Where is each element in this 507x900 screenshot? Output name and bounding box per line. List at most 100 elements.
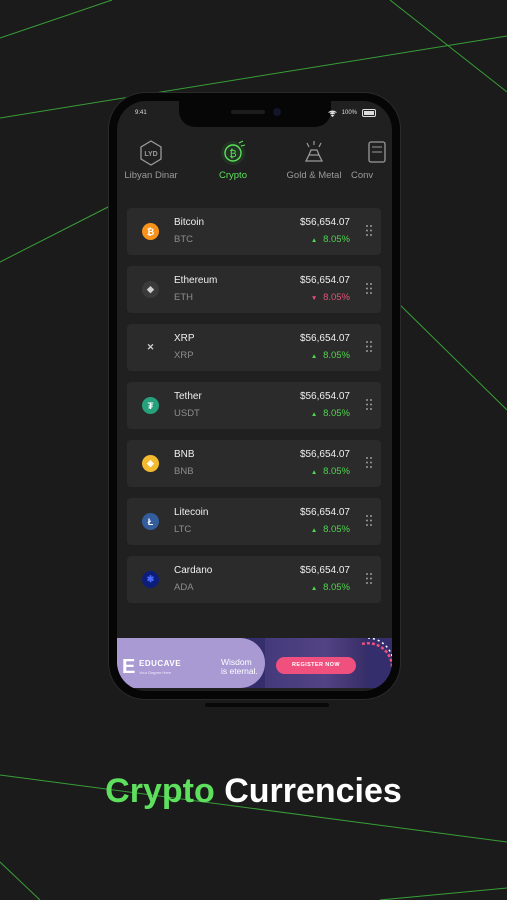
drag-handle-icon[interactable] [365, 282, 373, 295]
coin-list: ₿ Bitcoin BTC $56,654.07 ▲ 8.05% ◆ Ethereum ETH… [127, 208, 381, 614]
cardano-icon: ✱ [142, 571, 159, 588]
coin-row-usdt[interactable]: ₮ Tether USDT $56,654.07 ▲ 8.05% [127, 382, 381, 429]
coin-price: $56,654.07 [299, 507, 350, 518]
status-indicators: 100% [327, 109, 376, 117]
home-indicator [205, 703, 329, 707]
tab-gold-metal[interactable]: Gold & Metal [279, 139, 349, 181]
phone-mockup: 9:41 100% LYD Libyan Dinar ₿ Crypto Gold… [109, 93, 400, 699]
coin-change: ▲ 8.05% [311, 466, 350, 477]
coin-price: $56,654.07 [299, 565, 350, 576]
coin-row-bnb[interactable]: ◈ BNB BNB $56,654.07 ▲ 8.05% [127, 440, 381, 487]
coin-symbol: ADA [174, 582, 194, 593]
battery-icon [362, 109, 376, 117]
coin-name: XRP [174, 333, 195, 344]
coin-row-xrp[interactable]: ✕ XRP XRP $56,654.07 ▲ 8.05% [127, 324, 381, 371]
coin-name: Cardano [174, 565, 213, 576]
coin-symbol: ETH [174, 292, 193, 303]
arrow-up-icon: ▲ [310, 585, 320, 592]
tab-label: Crypto [219, 170, 247, 181]
educave-logo-icon: E [122, 656, 136, 678]
coin-symbol: USDT [174, 408, 200, 419]
coin-name: Litecoin [174, 507, 209, 518]
promo-heading: Crypto Currencies [0, 772, 507, 811]
coin-row-ltc[interactable]: Ł Litecoin LTC $56,654.07 ▲ 8.05% [127, 498, 381, 545]
ad-decoration [361, 638, 392, 669]
coin-price: $56,654.07 [299, 275, 350, 286]
coin-change-value: 8.05% [323, 408, 350, 419]
coin-row-eth[interactable]: ◆ Ethereum ETH $56,654.07 ▼ 8.05% [127, 266, 381, 313]
coin-symbol: BNB [174, 466, 194, 477]
status-time: 9:41 [135, 110, 147, 116]
coin-change-value: 8.05% [323, 582, 350, 593]
arrow-up-icon: ▲ [310, 237, 320, 244]
phone-screen: 9:41 100% LYD Libyan Dinar ₿ Crypto Gold… [117, 101, 392, 691]
coin-name: Ethereum [174, 275, 218, 286]
coin-change-value: 8.05% [323, 350, 350, 361]
drag-handle-icon[interactable] [365, 572, 373, 585]
coin-name: BNB [174, 449, 195, 460]
coin-symbol: BTC [174, 234, 193, 245]
coin-price: $56,654.07 [299, 333, 350, 344]
xrp-icon: ✕ [142, 339, 159, 356]
coin-row-btc[interactable]: ₿ Bitcoin BTC $56,654.07 ▲ 8.05% [127, 208, 381, 255]
coin-name: Bitcoin [174, 217, 205, 228]
coin-row-ada[interactable]: ✱ Cardano ADA $56,654.07 ▲ 8.05% [127, 556, 381, 603]
tab-label: Gold & Metal [286, 170, 342, 181]
coin-change: ▲ 8.05% [311, 408, 350, 419]
coin-price: $56,654.07 [299, 217, 350, 228]
coin-change-value: 8.05% [323, 292, 350, 303]
register-now-button[interactable]: REGISTER NOW [276, 657, 356, 674]
converter-icon [368, 141, 386, 163]
lyd-badge-icon: LYD [140, 140, 162, 166]
coin-change-value: 8.05% [323, 234, 350, 245]
arrow-up-icon: ▲ [310, 353, 320, 360]
drag-handle-icon[interactable] [365, 398, 373, 411]
drag-handle-icon[interactable] [365, 340, 373, 353]
arrow-up-icon: ▲ [310, 469, 320, 476]
coin-price: $56,654.07 [299, 391, 350, 402]
tab-libyan-dinar[interactable]: LYD Libyan Dinar [117, 139, 186, 181]
speaker-grille [231, 110, 265, 114]
battery-percent: 100% [341, 110, 357, 116]
ad-message-line2: is eternal. [221, 666, 258, 676]
coin-symbol: LTC [174, 524, 192, 535]
coin-change: ▲ 8.05% [311, 524, 350, 535]
drag-handle-icon[interactable] [365, 224, 373, 237]
arrow-up-icon: ▲ [310, 411, 320, 418]
phone-notch [179, 101, 331, 127]
tab-label: Conv [351, 170, 374, 181]
coin-change: ▲ 8.05% [311, 582, 350, 593]
svg-text:₿: ₿ [229, 148, 236, 160]
coin-change: ▼ 8.05% [311, 292, 350, 303]
ad-banner[interactable]: E EDUCAVE Your Degree Here Wisdom is ete… [117, 638, 392, 688]
coin-change-value: 8.05% [323, 524, 350, 535]
lyd-badge-text: LYD [144, 151, 157, 158]
ad-brand: EDUCAVE [139, 659, 182, 668]
heading-accent: Crypto [105, 772, 215, 810]
front-camera [273, 108, 281, 116]
coin-change-value: 8.05% [323, 466, 350, 477]
drag-handle-icon[interactable] [365, 514, 373, 527]
tab-crypto[interactable]: ₿ Crypto [198, 139, 268, 181]
drag-handle-icon[interactable] [365, 456, 373, 469]
coin-price: $56,654.07 [299, 449, 350, 460]
ethereum-icon: ◆ [142, 281, 159, 298]
coin-symbol: XRP [174, 350, 194, 361]
bitcoin-badge-icon: ₿ [221, 140, 246, 165]
gold-bars-icon [304, 141, 324, 162]
coin-name: Tether [174, 391, 202, 402]
ad-tagline: Your Degree Here [139, 670, 172, 675]
wifi-icon [327, 110, 337, 117]
litecoin-icon: Ł [142, 513, 159, 530]
category-tabs: LYD Libyan Dinar ₿ Crypto Gold & Metal C… [117, 139, 392, 189]
tether-icon: ₮ [142, 397, 159, 414]
bitcoin-icon: ₿ [142, 223, 159, 240]
arrow-down-icon: ▼ [310, 295, 320, 302]
coin-change: ▲ 8.05% [311, 234, 350, 245]
tab-label: Libyan Dinar [124, 170, 178, 181]
coin-change: ▲ 8.05% [311, 350, 350, 361]
heading-rest: Currencies [224, 772, 402, 810]
tab-converter[interactable]: Conv [351, 139, 392, 181]
ad-message: Wisdom is eternal. [221, 658, 258, 676]
arrow-up-icon: ▲ [310, 527, 320, 534]
